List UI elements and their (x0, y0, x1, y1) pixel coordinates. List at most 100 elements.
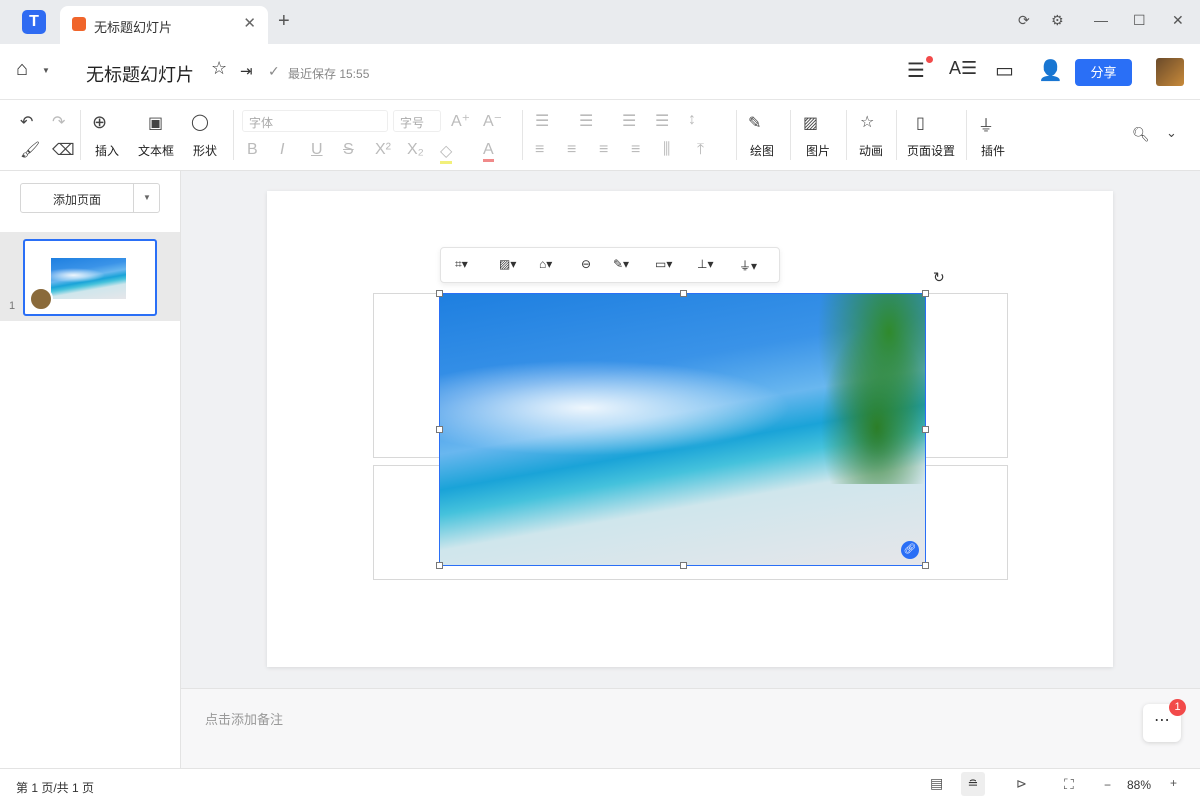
page-setup-button[interactable]: 页面设置 (907, 142, 955, 159)
picture-button[interactable]: 图片 (806, 142, 830, 159)
document-tab[interactable]: 无标题幻灯片 ✕ (60, 6, 268, 44)
fit-screen-icon[interactable]: ⛶ (1064, 776, 1074, 793)
picture-icon[interactable]: ▨ (803, 113, 818, 133)
outdent-icon[interactable]: ☰ (622, 111, 636, 131)
resize-handle[interactable] (436, 290, 443, 297)
text-style-icon[interactable]: A☰ (949, 58, 977, 79)
notes-toggle-icon[interactable]: ≘ (961, 772, 985, 796)
title-bar: ⌂ ▼ 无标题幻灯片 ☆ ⇥ ✓ 最近保存 15:55 ☰ A☰ ▭ 👤 分享 (0, 44, 1200, 100)
animation-icon[interactable]: ☆ (860, 112, 874, 132)
highlight-icon[interactable]: ◇ (440, 141, 453, 164)
vertical-align-icon[interactable]: ⤒ (697, 141, 704, 159)
align-icon[interactable]: ⊥▾ (697, 257, 713, 271)
zoom-in-button[interactable]: + (1170, 776, 1177, 790)
indent-icon[interactable]: ☰ (655, 111, 669, 131)
justify-icon[interactable]: ≡ (631, 141, 640, 159)
app-logo[interactable]: T (22, 10, 46, 34)
add-page-dropdown-icon[interactable]: ▼ (133, 184, 160, 212)
font-color-icon[interactable]: A (483, 141, 494, 162)
zoom-out-button[interactable]: − (1104, 778, 1111, 792)
chevron-down-icon[interactable]: ▼ (42, 66, 50, 75)
decrease-font-icon[interactable]: A⁻ (483, 111, 502, 131)
add-collaborator-icon[interactable]: 👤 (1038, 58, 1063, 83)
align-right-icon[interactable]: ≡ (599, 141, 608, 159)
border-style-icon[interactable]: ▭▾ (655, 257, 672, 271)
zoom-level[interactable]: 88% (1127, 778, 1151, 792)
undo-icon[interactable]: ↶ (20, 112, 33, 132)
resize-handle[interactable] (680, 562, 687, 569)
page-setup-icon[interactable]: ▯ (916, 113, 925, 133)
image-effect-icon[interactable]: ⌂▾ (539, 257, 552, 271)
notification-dot (926, 56, 933, 63)
rotate-handle-icon[interactable]: ↻ (933, 269, 945, 286)
resize-handle[interactable] (922, 562, 929, 569)
font-size-select[interactable]: 字号 (393, 110, 441, 132)
draw-icon[interactable]: ✎ (748, 113, 761, 133)
document-title[interactable]: 无标题幻灯片 (86, 61, 194, 87)
crop-icon[interactable]: ⌗▾ (455, 257, 468, 272)
increase-font-icon[interactable]: A⁺ (451, 111, 470, 131)
maximize-button[interactable]: ☐ (1133, 12, 1146, 29)
subscript-icon[interactable]: X₂ (407, 141, 424, 159)
star-icon[interactable]: ☆ (211, 58, 227, 79)
animation-button[interactable]: 动画 (859, 142, 883, 159)
shape-icon[interactable]: ◯ (191, 112, 209, 132)
eraser-icon[interactable]: ⌫ (52, 140, 75, 160)
user-avatar[interactable] (1156, 58, 1184, 86)
replace-image-icon[interactable]: ▨▾ (499, 257, 516, 271)
align-left-icon[interactable]: ≡ (535, 141, 544, 159)
slide-thumbnail-row[interactable]: 1 (0, 232, 180, 321)
page-indicator: 第 1 页/共 1 页 (16, 781, 95, 795)
textbox-button[interactable]: 文本框 (138, 142, 174, 159)
insert-button[interactable]: 插入 (95, 142, 119, 159)
numbered-list-icon[interactable]: ☰ (579, 111, 593, 131)
close-tab-icon[interactable]: ✕ (243, 14, 256, 32)
slide[interactable]: ⌗▾ ▨▾ ⌂▾ ⊖ ✎▾ ▭▾ ⊥▾ ⏚▾ ↻ 🔗︎ (267, 191, 1113, 667)
resize-handle[interactable] (436, 562, 443, 569)
textbox-icon[interactable]: ▣ (148, 113, 163, 133)
sync-icon[interactable]: ⟳ (1018, 12, 1030, 29)
underline-icon[interactable]: U (311, 141, 323, 159)
collapse-toolbar-icon[interactable]: ⌄ (1166, 125, 1177, 141)
shape-button[interactable]: 形状 (193, 142, 217, 159)
resize-handle[interactable] (436, 426, 443, 433)
draw-button[interactable]: 绘图 (750, 142, 774, 159)
notes-area[interactable]: 点击添加备注 (181, 688, 1200, 768)
plugin-button[interactable]: 插件 (981, 142, 1005, 159)
slide-thumbnail[interactable] (23, 239, 157, 316)
search-icon[interactable]: 🔍︎ (1132, 126, 1150, 143)
insert-icon[interactable]: ⊕ (92, 112, 107, 133)
layout-icon[interactable]: ▤ (930, 775, 943, 792)
flip-icon[interactable]: ⊖ (581, 257, 591, 271)
bold-icon[interactable]: B (247, 141, 258, 159)
font-select[interactable]: 字体 (242, 110, 388, 132)
redo-icon[interactable]: ↷ (52, 112, 65, 132)
resize-handle[interactable] (680, 290, 687, 297)
home-icon[interactable]: ⌂ (16, 58, 28, 81)
plugin-icon[interactable]: ⏚ (978, 112, 994, 136)
border-color-icon[interactable]: ✎▾ (613, 257, 629, 271)
superscript-icon[interactable]: X² (375, 141, 391, 159)
present-icon[interactable]: ▭ (995, 58, 1014, 83)
link-icon[interactable]: 🔗︎ (901, 541, 919, 559)
resize-handle[interactable] (922, 426, 929, 433)
new-tab-button[interactable]: + (278, 10, 290, 33)
format-painter-icon[interactable]: 🖌 (20, 140, 40, 160)
minimize-button[interactable]: — (1094, 12, 1108, 28)
bullet-list-icon[interactable]: ☰ (535, 111, 549, 131)
settings-icon[interactable]: ⚙ (1051, 12, 1064, 29)
play-icon[interactable]: ⊳ (1016, 776, 1027, 792)
line-spacing-icon[interactable]: ↕ (688, 111, 696, 129)
beach-image[interactable]: 🔗︎ (436, 290, 929, 569)
plugin-icon[interactable]: ⏚▾ (739, 257, 757, 274)
close-window-button[interactable]: ✕ (1172, 12, 1184, 29)
menu-icon[interactable]: ☰ (907, 58, 925, 83)
add-page-button[interactable]: 添加页面 ▼ (20, 183, 160, 213)
distribute-icon[interactable]: ⫼ (663, 141, 670, 159)
move-folder-icon[interactable]: ⇥ (240, 62, 253, 80)
strikethrough-icon[interactable]: S (343, 141, 354, 159)
share-button[interactable]: 分享 (1075, 59, 1132, 86)
italic-icon[interactable]: I (280, 141, 284, 159)
resize-handle[interactable] (922, 290, 929, 297)
align-center-icon[interactable]: ≡ (567, 141, 576, 159)
